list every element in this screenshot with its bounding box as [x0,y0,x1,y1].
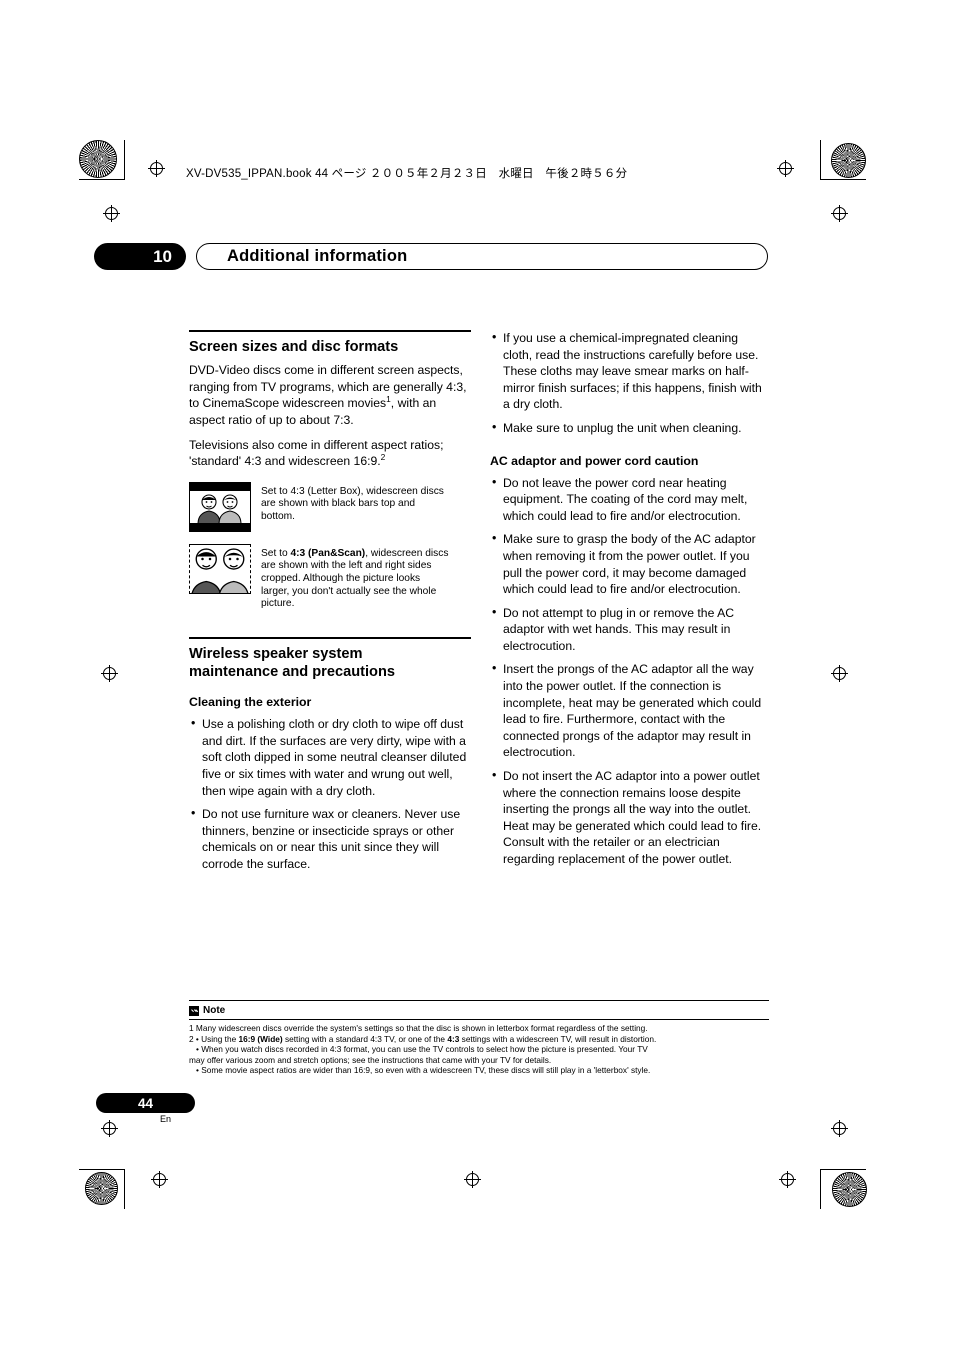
registration-starburst-bottom-left [85,1172,118,1205]
cropmark-bottom-right-vertical [820,1169,821,1209]
note-line-2: 2 • Using the 16:9 (Wide) setting with a… [189,1034,769,1045]
list-item: Do not leave the power cord near heating… [490,474,770,525]
list-item: If you use a chemical-impregnated cleani… [490,329,770,413]
heading-wireless-line1: Wireless speaker system [189,645,363,662]
heading-screen-sizes: Screen sizes and disc formats [189,330,471,356]
tv-panscan-illustration [189,543,251,594]
cropmark-top-right-horizontal [820,179,866,180]
subheading-cleaning-exterior: Cleaning the exterior [189,695,312,710]
crosshair-bottom-center [464,1171,481,1188]
list-item: Do not attempt to plug in or remove the … [490,604,770,655]
letterbox-picture-area [190,490,250,523]
page-number-badge: 44 [96,1093,195,1113]
registration-starburst-top-right [831,143,866,178]
note-line-2-bold-43: 4:3 [447,1033,460,1044]
crosshair-top-left [148,160,165,177]
chapter-title-bar: Additional information [196,243,768,270]
note-line-3: • When you watch discs recorded in 4:3 f… [196,1044,648,1055]
figure-letterbox-caption: Set to 4:3 (Letter Box), widescreen disc… [261,485,444,522]
panscan-picture-area [190,544,250,593]
crosshair-left-lower [101,1120,118,1137]
cropmark-bottom-left-vertical [124,1169,125,1209]
list-item: Make sure to grasp the body of the AC ad… [490,530,770,597]
registration-starburst-top-left [79,140,117,178]
list-item: Do not use furniture wax or cleaners. Ne… [189,805,471,872]
chapter-number-badge: 10 [94,243,186,270]
note-rule-bottom [189,1019,769,1020]
note-label: Note [203,1005,226,1016]
crosshair-left-middle [101,665,118,682]
two-people-cropped-icon [190,544,250,593]
page-language-code: En [160,1114,172,1124]
crosshair-right-upper [831,205,848,222]
cropmark-top-left-vertical [124,140,125,180]
footnote-ref-2: 2 [380,452,386,463]
crosshair-right-middle [831,665,848,682]
paragraph-tv-aspects: Televisions also come in different aspec… [189,437,471,470]
note-line-5: • Some movie aspect ratios are wider tha… [196,1065,651,1076]
note-content: 1 Many widescreen discs override the sys… [189,1023,769,1076]
note-line-2-bold-wide: 16:9 (Wide) [238,1033,283,1044]
figure-panscan-row: Set to 4:3 (Pan&Scan), widescreen discs … [189,543,471,611]
list-item: Do not insert the AC adaptor into a powe… [490,767,770,868]
cropmark-bottom-left-horizontal [79,1169,125,1170]
subheading-ac-adaptor: AC adaptor and power cord caution [490,453,699,468]
chapter-title: Additional information [227,247,408,265]
heading-wireless-maintenance: Wireless speaker system maintenance and … [189,636,471,681]
note-rule-top [189,1000,769,1001]
note-line-1: 1 Many widescreen discs override the sys… [189,1023,648,1033]
left-column: Screen sizes and disc formats DVD-Video … [189,330,471,880]
letterbox-bar-top [190,482,250,491]
two-people-icon [190,490,250,523]
list-item: Use a polishing cloth or dry cloth to wi… [189,715,471,799]
list-ac-adaptor-cautions: Do not leave the power cord near heating… [490,474,770,868]
letterbox-bar-bottom [190,522,250,531]
note-icon [189,1005,199,1016]
tv-letterbox-illustration [189,481,251,532]
note-line-2a: 2 • Using the [189,1033,239,1044]
note-header: Note [189,1005,769,1016]
crosshair-bottom-right [779,1171,796,1188]
crosshair-right-lower [831,1120,848,1137]
list-item: Insert the prongs of the AC adaptor all … [490,660,770,761]
cropmark-top-right-vertical [820,140,821,180]
note-line-4: may offer various zoom and stretch optio… [189,1054,552,1065]
registration-starburst-bottom-right [832,1172,867,1207]
list-cleaning-continued: If you use a chemical-impregnated cleani… [490,329,770,437]
heading-wireless-line2: maintenance and precautions [189,664,395,680]
crosshair-top-right [777,160,794,177]
figure-panscan-caption: Set to 4:3 (Pan&Scan), widescreen discs … [261,544,451,611]
crosshair-bottom-left [151,1171,168,1188]
figure-panscan-caption-mode: 4:3 (Pan&Scan) [290,547,366,559]
figure-letterbox-row: Set to 4:3 (Letter Box), widescreen disc… [189,481,471,532]
crosshair-left-upper [103,205,120,222]
list-cleaning-exterior: Use a polishing cloth or dry cloth to wi… [189,715,471,872]
note-line-2c: setting with a standard 4:3 TV, or one o… [282,1033,448,1044]
note-block: Note 1 Many widescreen discs override th… [189,1000,769,1076]
cropmark-top-left-horizontal [79,179,125,180]
paragraph-screen-aspects: DVD-Video discs come in different screen… [189,362,471,428]
note-line-2e: settings with a widescreen TV, will resu… [459,1033,657,1044]
page-header-filename: XV-DV535_IPPAN.book 44 ページ ２００５年２月２３日 水曜… [186,168,628,180]
list-item: Make sure to unplug the unit when cleani… [490,419,770,437]
cropmark-bottom-right-horizontal [820,1169,866,1170]
figure-panscan-caption-pre: Set to [261,547,291,559]
paragraph-tv-aspects-text: Televisions also come in different aspec… [189,437,444,469]
right-column: If you use a chemical-impregnated cleani… [490,329,770,875]
